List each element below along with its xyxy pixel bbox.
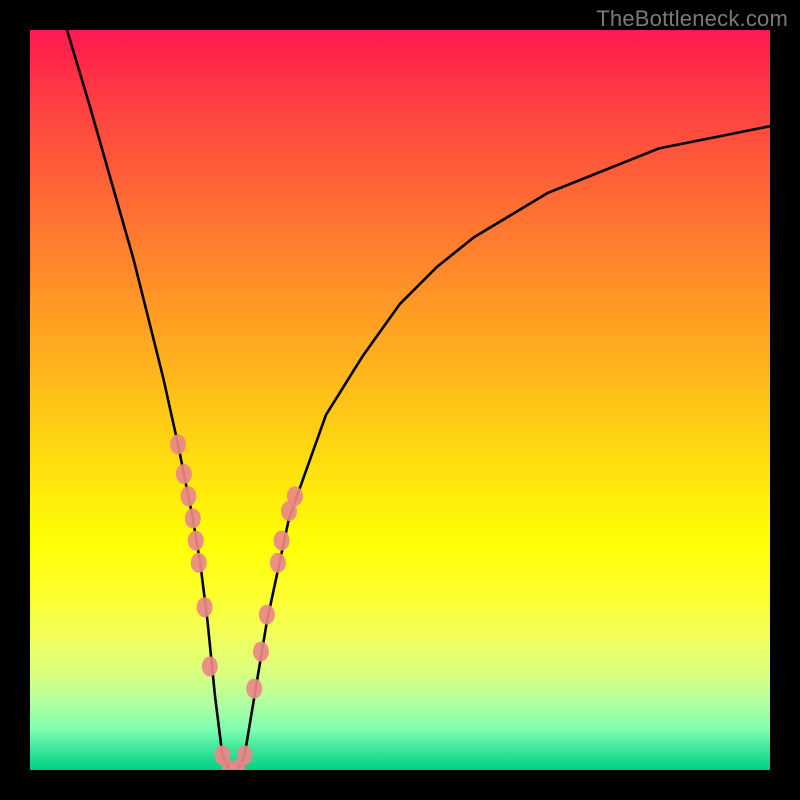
chart-frame: TheBottleneck.com: [0, 0, 800, 800]
bottleneck-curve: [67, 30, 770, 770]
watermark-text: TheBottleneck.com: [596, 6, 788, 32]
data-marker: [185, 508, 201, 528]
data-marker: [253, 642, 269, 662]
data-marker: [188, 531, 204, 551]
data-marker: [237, 745, 253, 765]
data-marker: [197, 597, 213, 617]
data-marker: [176, 464, 192, 484]
data-marker: [170, 434, 186, 454]
data-marker: [259, 605, 275, 625]
data-marker: [270, 553, 286, 573]
data-marker: [287, 486, 303, 506]
chart-svg: [30, 30, 770, 770]
data-marker: [191, 553, 207, 573]
data-marker: [180, 486, 196, 506]
data-marker: [202, 656, 218, 676]
plot-area: [30, 30, 770, 770]
data-marker: [246, 679, 262, 699]
data-marker: [274, 531, 290, 551]
marker-group: [170, 434, 303, 770]
